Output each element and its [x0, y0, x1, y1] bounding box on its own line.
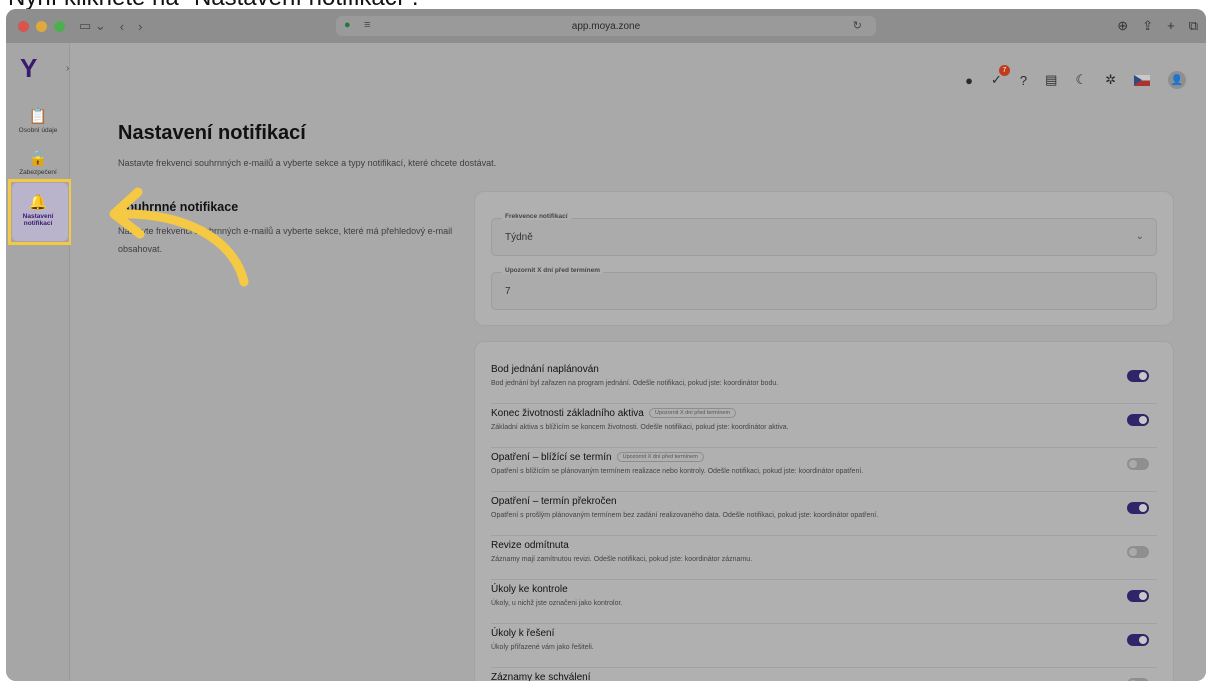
page-subtitle: Nastavte frekvenci souhrnných e-mailů a …	[118, 158, 497, 168]
remind-tag: Upozornit X dní před termínem	[616, 452, 704, 462]
share-icon[interactable]: ⇪	[1142, 18, 1153, 34]
help-icon[interactable]: ?	[1020, 73, 1027, 88]
frequency-select[interactable]: Frekvence notifikací Týdně ⌄	[491, 213, 1157, 256]
back-icon[interactable]: ‹	[120, 19, 124, 34]
remind-days-label: Upozornit X dní před termínem	[502, 267, 603, 274]
tutorial-arrow-icon	[109, 187, 249, 287]
expand-sidebar-icon[interactable]: ›	[66, 63, 69, 74]
sidebar-item-security[interactable]: 🔒 Zabezpečení	[8, 149, 68, 176]
tutorial-caption: Nyní klikněte na "Nastavení notifikací".	[0, 0, 1208, 9]
notification-title: Úkoly ke kontrole	[491, 584, 568, 595]
header-toolbar: ● ✓ 7 ? ▤ ☾ ✲ 👤	[965, 65, 1186, 89]
browser-titlebar: ▭ ⌄ ‹ › ● ≡ app.moya.zone ↻ ⊕ ⇪ + ⧉	[6, 9, 1206, 43]
app-sidebar: Y › 📋 Osobní údaje 🔒 Zabezpečení 🔔 Nasta…	[6, 43, 72, 681]
notification-toggle[interactable]	[1127, 678, 1149, 681]
sparkle-icon[interactable]: ✲	[1105, 72, 1116, 88]
page-title: Nastavení notifikací	[118, 122, 306, 144]
app-logo[interactable]: Y	[20, 53, 37, 84]
notification-description: Základní aktiva s blížícím se koncem živ…	[491, 424, 789, 431]
notification-title: Opatření – blížící se termín	[491, 452, 612, 463]
frequency-card: Frekvence notifikací Týdně ⌄ Upozornit X…	[474, 191, 1174, 326]
notification-title: Opatření – termín překročen	[491, 496, 617, 507]
user-avatar-icon[interactable]: 👤	[1168, 71, 1186, 89]
sidebar-toggle-icon[interactable]: ▭ ⌄	[79, 18, 106, 34]
remind-tag: Upozornit X dní před termínem	[648, 408, 737, 418]
list-item: Záznamy ke schválení	[491, 668, 1157, 681]
notification-toggle[interactable]	[1127, 546, 1149, 558]
notification-description: Bod jednání byl zařazen na program jedná…	[491, 380, 779, 387]
tabs-overview-icon[interactable]: ⧉	[1189, 18, 1198, 34]
clipboard-icon: 📋	[28, 108, 48, 125]
remind-days-value: 7	[505, 286, 511, 297]
notification-description: Záznamy mají zamítnutou revizi. Odešle n…	[491, 556, 753, 563]
notification-description: Úkoly přiřazené vám jako řešiteli.	[491, 644, 594, 651]
news-icon[interactable]: ▤	[1045, 72, 1057, 88]
notification-title: Konec životnosti základního aktiva	[491, 408, 644, 419]
moon-icon[interactable]: ☾	[1075, 72, 1087, 88]
notification-toggle[interactable]	[1127, 634, 1149, 646]
new-tab-icon[interactable]: +	[1167, 18, 1175, 34]
address-bar[interactable]: ● ≡ app.moya.zone ↻	[336, 16, 876, 36]
minimize-window-button[interactable]	[36, 20, 47, 32]
list-item: Úkoly ke kontrole Úkoly, u nichž jste oz…	[491, 580, 1157, 624]
remind-days-input[interactable]: Upozornit X dní před termínem 7	[491, 267, 1157, 310]
cookie-icon[interactable]: ●	[965, 73, 973, 88]
main-content: ● ✓ 7 ? ▤ ☾ ✲ 👤 Nastavení notifikací Nast…	[71, 43, 1206, 681]
notification-description: Opatření s prošlým plánovaným termínem b…	[491, 512, 879, 519]
reload-icon[interactable]: ↻	[853, 19, 862, 32]
list-item: Revize odmítnuta Záznamy mají zamítnutou…	[491, 536, 1157, 580]
page-settings-icon[interactable]: ≡	[364, 19, 370, 31]
notification-description: Úkoly, u nichž jste označeni jako kontro…	[491, 600, 623, 607]
list-item: Opatření – termín překročen Opatření s p…	[491, 492, 1157, 536]
notification-description: Opatření s blížícím se plánovaným termín…	[491, 468, 864, 475]
notification-title: Bod jednání naplánován	[491, 364, 599, 375]
czech-flag-icon[interactable]	[1134, 74, 1150, 86]
tasks-icon[interactable]: ✓ 7	[991, 65, 1010, 88]
close-window-button[interactable]	[18, 20, 29, 32]
lock-icon: 🔒	[28, 150, 48, 167]
window-controls	[18, 20, 65, 32]
notification-toggle[interactable]	[1127, 458, 1149, 470]
url-text: app.moya.zone	[571, 20, 641, 32]
notification-count-badge: 7	[999, 65, 1010, 76]
list-item: Konec životnosti základního aktiva Upozor…	[491, 404, 1157, 448]
notification-toggle[interactable]	[1127, 502, 1149, 514]
download-icon[interactable]: ⊕	[1117, 18, 1128, 34]
browser-window: ▭ ⌄ ‹ › ● ≡ app.moya.zone ↻ ⊕ ⇪ + ⧉ Y › …	[6, 9, 1206, 681]
notification-toggle[interactable]	[1127, 370, 1149, 382]
forward-icon[interactable]: ›	[138, 19, 142, 34]
browser-actions: ⊕ ⇪ + ⧉	[1117, 18, 1198, 34]
list-item: Úkoly k řešení Úkoly přiřazené vám jako …	[491, 624, 1157, 668]
maximize-window-button[interactable]	[54, 20, 65, 32]
notification-title: Záznamy ke schválení	[491, 672, 591, 681]
sidebar-item-personal-data[interactable]: 📋 Osobní údaje	[8, 107, 68, 134]
notification-title: Úkoly k řešení	[491, 628, 555, 639]
sidebar-item-label: Osobní údaje	[18, 127, 58, 134]
extension-icon[interactable]: ●	[344, 19, 351, 31]
chevron-down-icon: ⌄	[1135, 231, 1144, 242]
notification-title: Revize odmítnuta	[491, 540, 569, 551]
frequency-label: Frekvence notifikací	[502, 213, 571, 220]
tutorial-highlight-box	[8, 179, 72, 245]
notification-types-list: Bod jednání naplánován Bod jednání byl z…	[474, 341, 1174, 681]
list-item: Bod jednání naplánován Bod jednání byl z…	[491, 360, 1157, 404]
sidebar-item-label: Zabezpečení	[19, 169, 57, 176]
notification-toggle[interactable]	[1127, 590, 1149, 602]
notification-toggle[interactable]	[1127, 414, 1149, 426]
list-item: Opatření – blížící se termín Upozornit X …	[491, 448, 1157, 492]
frequency-value: Týdně	[505, 232, 533, 243]
